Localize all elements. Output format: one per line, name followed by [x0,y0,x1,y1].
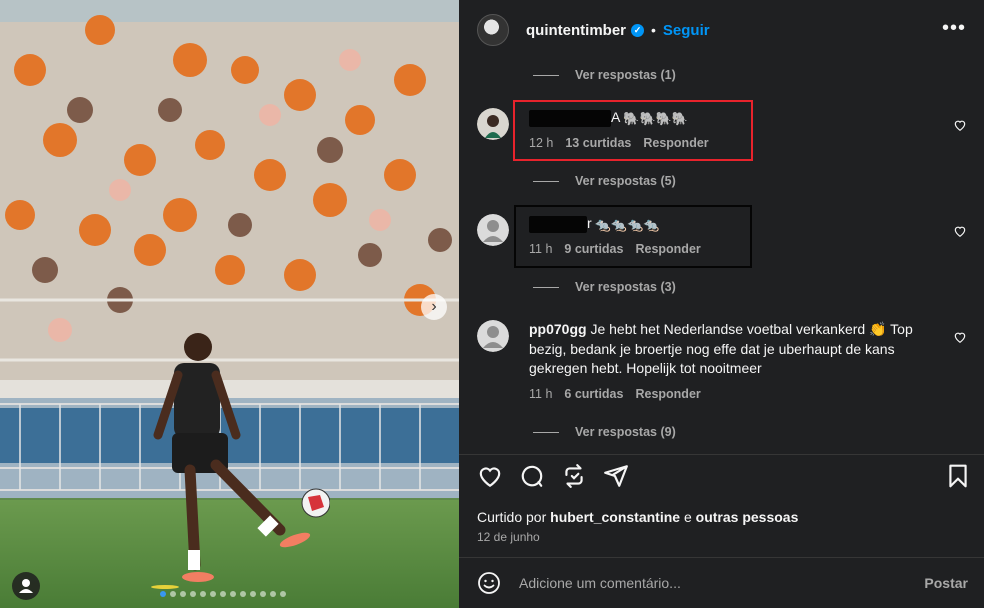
section-divider [459,454,984,455]
follow-button[interactable]: Seguir [663,22,710,39]
carousel-dot [170,591,176,597]
highlight-box-red [513,100,753,161]
replies-line [533,180,559,182]
comment-likes[interactable]: 6 curtidas [564,387,623,401]
user-tag-button[interactable] [12,572,40,600]
carousel-dot [250,591,256,597]
carousel-dot [270,591,276,597]
comment-meta: 11 h 6 curtidas Responder [529,387,939,401]
carousel-dot [190,591,196,597]
soccer-player-figure [151,333,330,589]
liked-by-user[interactable]: hubert_constantine [550,509,680,525]
view-replies-button[interactable]: Ver respostas (5) [533,174,676,188]
post-header: quintentimber ✓ • Seguir ••• [459,0,984,60]
liked-by-others[interactable]: outras pessoas [696,509,799,525]
post-date: 12 de junho [477,530,540,544]
comment-composer: Adicione um comentário... Postar [459,558,984,608]
carousel-dot [280,591,286,597]
comment-text: pp070gg Je hebt het Nederlandse voetbal … [529,320,939,379]
replies-line [533,286,559,288]
author-username[interactable]: quintentimber [526,22,626,39]
bookmark-icon[interactable] [945,463,971,489]
post-photo[interactable]: › [0,0,459,608]
carousel-dot [240,591,246,597]
commenter-avatar[interactable] [477,320,509,352]
view-replies-button[interactable]: Ver respostas (9) [533,425,676,439]
liked-by-summary: Curtido por hubert_constantine e outras … [477,509,798,525]
commenter-avatar[interactable] [477,214,509,246]
smiley-icon[interactable] [477,571,501,595]
post-actions-bar [477,463,969,491]
user-tag-icon [19,579,33,593]
view-replies-label: Ver respostas (5) [575,174,676,188]
author-avatar[interactable] [477,14,509,46]
highlight-box-black [514,205,752,268]
heart-icon[interactable] [477,463,503,489]
paper-plane-icon[interactable] [603,463,629,489]
replies-line [533,74,559,76]
liked-by-and: e [683,509,692,525]
header-separator: • [651,22,656,38]
reply-button[interactable]: Responder [635,387,700,401]
carousel-dot [260,591,266,597]
commenter-avatar[interactable] [477,108,509,140]
view-replies-button[interactable]: Ver respostas (3) [533,280,676,294]
verified-badge-icon: ✓ [631,23,644,37]
comment-time: 11 h [529,386,553,401]
chevron-right-icon: › [431,298,437,315]
view-replies-label: Ver respostas (9) [575,425,676,439]
carousel-dot [210,591,216,597]
heart-icon[interactable] [953,224,967,238]
next-photo-button[interactable]: › [421,294,447,320]
heart-icon[interactable] [953,118,967,132]
carousel-dot [160,591,166,597]
view-replies-button[interactable]: Ver respostas (1) [533,68,676,82]
view-replies-label: Ver respostas (1) [575,68,676,82]
comment-body: pp070gg Je hebt het Nederlandse voetbal … [529,320,939,401]
replies-line [533,431,559,433]
heart-icon[interactable] [953,330,967,344]
comment-input[interactable]: Adicione um comentário... [519,575,924,591]
repost-icon[interactable] [561,463,587,489]
comment-bubble-icon[interactable] [519,463,545,489]
carousel-dot [200,591,206,597]
comment-content: Je hebt het Nederlandse voetbal verkanke… [529,321,913,376]
post-detail-panel: quintentimber ✓ • Seguir ••• Ver respost… [459,0,984,608]
carousel-dot [220,591,226,597]
more-options-icon[interactable]: ••• [942,18,966,38]
comment-username[interactable]: pp070gg [529,321,587,337]
view-replies-label: Ver respostas (3) [575,280,676,294]
carousel-dot [180,591,186,597]
liked-by-prefix: Curtido por [477,509,547,525]
carousel-indicator [160,591,286,597]
comment-item: pp070gg Je hebt het Nederlandse voetbal … [477,320,967,406]
post-comment-button[interactable]: Postar [924,575,968,591]
carousel-dot [230,591,236,597]
